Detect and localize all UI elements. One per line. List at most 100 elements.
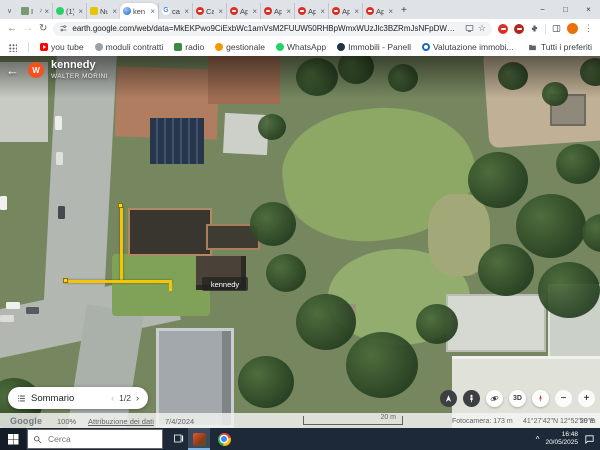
cast-icon[interactable] bbox=[465, 24, 474, 33]
clock-time: 16:48 bbox=[545, 431, 578, 439]
browser-tab[interactable]: I ♪ × bbox=[18, 3, 52, 19]
browser-tab[interactable]: Nu × bbox=[86, 3, 120, 19]
tab-close-button[interactable]: × bbox=[218, 7, 223, 16]
apps-grid-icon[interactable] bbox=[8, 43, 17, 52]
browser-tab[interactable]: App × bbox=[260, 3, 294, 19]
extensions-puzzle-icon[interactable] bbox=[530, 24, 539, 33]
browser-tab[interactable]: App × bbox=[362, 3, 396, 19]
tab-close-button[interactable]: × bbox=[252, 7, 257, 16]
tab-title: App bbox=[376, 7, 384, 16]
bookmark-item[interactable]: gestionale bbox=[215, 42, 265, 52]
address-bar[interactable]: earth.google.com/web/data=MkEKPwo9CiExbW… bbox=[53, 22, 492, 36]
previous-page-icon[interactable]: ‹ bbox=[111, 393, 114, 403]
hidden-icons-chevron[interactable]: ^ bbox=[536, 435, 540, 444]
start-button[interactable] bbox=[0, 428, 26, 450]
bookmark-item[interactable]: moduli contratti bbox=[95, 42, 164, 52]
browser-tab[interactable]: (1) × bbox=[52, 3, 86, 19]
browser-tab[interactable]: cas × bbox=[158, 3, 192, 19]
search-input[interactable] bbox=[46, 433, 146, 445]
bookmark-item[interactable]: radio bbox=[174, 42, 204, 52]
bookmark-item[interactable]: WhatsApp bbox=[276, 42, 326, 52]
measure-path-segment bbox=[120, 206, 123, 282]
forward-icon[interactable]: → bbox=[23, 24, 33, 34]
notification-center-icon[interactable] bbox=[584, 434, 595, 445]
tab-close-button[interactable]: × bbox=[44, 7, 49, 16]
satellite-map[interactable]: kennedy ← W kennedy WALTER MORINI Sommar… bbox=[0, 56, 600, 428]
map-tree bbox=[478, 244, 534, 296]
tab-close-button[interactable]: × bbox=[320, 7, 325, 16]
data-attribution-link[interactable]: Attribuzione dei dati bbox=[88, 417, 154, 426]
summary-panel[interactable]: Sommario ‹ 1/2 › bbox=[8, 387, 148, 409]
tab-title: I bbox=[31, 7, 37, 16]
browser-tab[interactable]: App × bbox=[328, 3, 362, 19]
url-text[interactable]: earth.google.com/web/data=MkEKPwo9CiExbW… bbox=[72, 24, 461, 33]
window-minimize-button[interactable]: − bbox=[531, 5, 554, 14]
tab-close-button[interactable]: × bbox=[184, 7, 189, 16]
bookmark-item[interactable]: Immobili - Panell bbox=[337, 42, 411, 52]
tab-favicon bbox=[123, 7, 131, 15]
task-view-icon[interactable] bbox=[173, 433, 185, 445]
bookmark-item[interactable]: you tube bbox=[40, 42, 84, 52]
taskbar-search[interactable] bbox=[27, 429, 163, 449]
orbit-button[interactable] bbox=[486, 390, 503, 407]
browser-tab[interactable]: App × bbox=[226, 3, 260, 19]
map-scale-label: 20 m bbox=[380, 414, 396, 421]
window-maximize-button[interactable]: □ bbox=[554, 5, 577, 14]
back-icon[interactable]: ← bbox=[7, 24, 17, 34]
bookmark-star-icon[interactable]: ☆ bbox=[478, 23, 486, 34]
bookmarks-bar: you tube moduli contratti radio gestiona… bbox=[0, 38, 600, 56]
next-page-icon[interactable]: › bbox=[136, 393, 139, 403]
browser-tab[interactable]: ken × bbox=[120, 3, 158, 19]
new-tab-button[interactable]: + bbox=[401, 5, 407, 16]
measure-path-point[interactable] bbox=[118, 203, 123, 208]
browser-toolbar: ← → ↻ earth.google.com/web/data=MkEKPwo9… bbox=[0, 19, 600, 38]
tab-close-button[interactable]: × bbox=[388, 7, 393, 16]
site-settings-icon[interactable] bbox=[59, 24, 68, 33]
map-tree bbox=[296, 294, 356, 350]
compass-button[interactable] bbox=[532, 390, 549, 407]
bookmark-favicon bbox=[174, 43, 182, 51]
tab-favicon bbox=[21, 7, 29, 15]
tab-title: App bbox=[240, 7, 248, 16]
bookmark-label: Immobili - Panell bbox=[348, 42, 411, 52]
taskbar-app-chrome[interactable] bbox=[213, 428, 235, 450]
window-close-button[interactable]: × bbox=[577, 5, 600, 14]
taskbar-clock[interactable]: 16:48 20/05/2025 bbox=[545, 431, 578, 448]
measure-path-point[interactable] bbox=[63, 278, 68, 283]
tab-close-button[interactable]: × bbox=[78, 7, 83, 16]
tab-close-button[interactable]: × bbox=[286, 7, 291, 16]
earth-back-button[interactable]: ← bbox=[6, 63, 19, 78]
browser-menu-icon[interactable]: ⋮ bbox=[584, 23, 593, 34]
reload-icon[interactable]: ↻ bbox=[39, 24, 47, 34]
all-bookmarks-button[interactable]: Tutti i preferiti bbox=[528, 42, 592, 52]
google-logo: Google bbox=[10, 416, 42, 426]
tab-search-button[interactable]: ∨ bbox=[3, 3, 16, 18]
windows-logo-icon bbox=[8, 434, 13, 439]
tab-close-button[interactable]: × bbox=[354, 7, 359, 16]
side-panel-icon[interactable] bbox=[552, 24, 561, 33]
zoom-in-button[interactable]: + bbox=[578, 390, 595, 407]
browser-tab[interactable]: App × bbox=[294, 3, 328, 19]
extension-icon-red[interactable] bbox=[498, 24, 508, 34]
tab-close-button[interactable]: × bbox=[150, 7, 155, 16]
browser-tab[interactable]: Cas × bbox=[192, 3, 226, 19]
extension-icon-darkred[interactable] bbox=[514, 24, 524, 34]
list-icon bbox=[17, 394, 26, 403]
toolbar-divider bbox=[545, 24, 546, 34]
map-tree bbox=[556, 144, 600, 184]
bookmark-favicon bbox=[95, 43, 103, 51]
pegman-button[interactable] bbox=[463, 390, 480, 407]
3d-toggle-button[interactable]: 3D bbox=[509, 390, 526, 407]
zoom-out-button[interactable]: − bbox=[555, 390, 572, 407]
map-tree bbox=[416, 304, 458, 344]
profile-avatar[interactable] bbox=[567, 23, 578, 34]
bookmark-item[interactable]: Valutazione immobi... bbox=[422, 42, 514, 52]
tab-close-button[interactable]: × bbox=[112, 7, 117, 16]
taskbar-app-active[interactable] bbox=[188, 428, 210, 450]
project-avatar[interactable]: W bbox=[28, 62, 44, 78]
map-building-solar-roof bbox=[150, 118, 204, 164]
tab-favicon bbox=[230, 7, 238, 15]
map-tree bbox=[346, 332, 418, 398]
map-place-label[interactable]: kennedy bbox=[202, 277, 248, 291]
navigation-arrow-button[interactable] bbox=[440, 390, 457, 407]
